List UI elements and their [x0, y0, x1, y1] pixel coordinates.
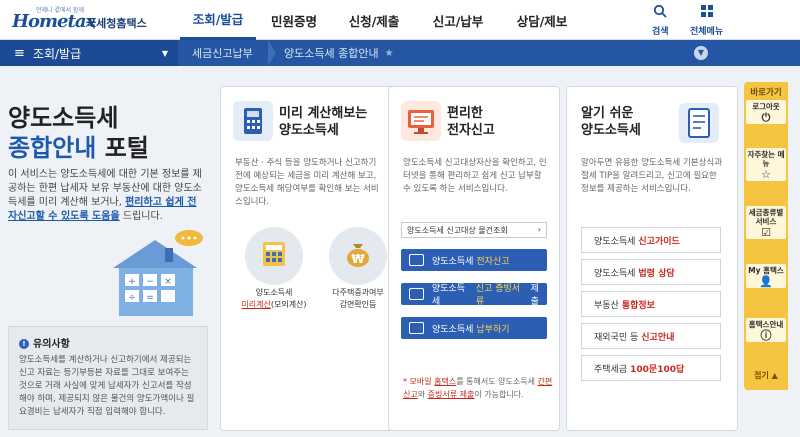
law-consult-link[interactable]: 양도소득세 법령 상담 — [581, 259, 721, 285]
svg-text:+: + — [128, 277, 136, 287]
collapse-button[interactable]: 접기 ▲ — [744, 370, 788, 381]
search-tool[interactable]: 검색 — [652, 4, 669, 37]
breadcrumb-label: 세금신고납부 — [192, 47, 253, 60]
evidence-submit-button[interactable]: 양도소득세 신고 증빙서류 제출 — [401, 283, 547, 307]
precalc-button[interactable] — [245, 227, 303, 285]
person-icon: 👤 — [759, 275, 773, 288]
won-money-bag-icon: ₩ — [342, 238, 374, 274]
logout-icon: ⏻ — [761, 111, 771, 124]
multi-house-label: 다주택중과여부 감면확인등 — [332, 288, 384, 309]
nav-apply-submit[interactable]: 신청/제출 — [332, 0, 416, 40]
check-icon: ☑ — [761, 226, 771, 239]
info-icon: ! — [19, 339, 29, 349]
card-description: 양도소득세 신고대상자산을 확인하고, 인터넷을 통해 편리하고 쉽게 신고 납… — [403, 158, 547, 194]
tax-service-button[interactable]: 세금종류별 서비스 ☑ — [746, 206, 786, 239]
nav-lookup-issue[interactable]: 조회/발급 — [180, 0, 256, 40]
notice-box: ! 유의사항 양도소득세를 계산하거나 신고하기에서 제공되는 신고 자료는 등기… — [8, 326, 208, 430]
notice-text: 양도소득세를 계산하거나 신고하기에서 제공되는 신고 자료는 등기부등본 자료… — [19, 355, 195, 417]
hometax-guide-button[interactable]: 홈택스안내 ⓘ — [746, 318, 786, 342]
top-header: 언제나 곁에서 함께 Hometax 국세청홈택스 조회/발급 민원증명 신청/… — [0, 0, 800, 40]
section-menu-toggle[interactable]: ≡ 조회/발급 ▼ — [0, 40, 178, 66]
menu-grid-icon — [690, 4, 723, 22]
real-estate-info-link[interactable]: 부동산 통합정보 — [581, 291, 721, 317]
svg-text:×: × — [164, 277, 172, 287]
card-precalculate: 미리 계산해보는 양도소득세 부동산 · 주식 등을 양도하거나 신고하기 전에 … — [220, 86, 410, 431]
svg-text:÷: ÷ — [128, 293, 136, 303]
breadcrumb-bar: ≡ 조회/발급 ▼ 세금신고납부 양도소득세 종합안내 ★ ▼ — [0, 40, 800, 66]
document-icon — [409, 288, 424, 300]
logout-button[interactable]: 로그아웃 ⏻ — [746, 100, 786, 124]
asset-lookup-select[interactable]: 양도소득세 신고대상 물건조회 › — [401, 222, 547, 238]
card-description: 알아두면 유용한 양도소득세 기본상식과 절세 TIP을 알려드리고, 신고에 … — [581, 158, 723, 194]
checklist-icon — [679, 103, 719, 143]
search-label: 검색 — [652, 27, 669, 37]
mobile-notice: * 모바일 홈택스를 통해서도 양도소득세 간편신고와 증빙서류 제출이 가능합… — [403, 377, 553, 399]
page-description: 이 서비스는 양도소득세에 대한 기본 정보를 제공하는 한편 납세자 보유 부… — [8, 169, 202, 222]
favorite-menu-button[interactable]: 자주찾는 메뉴 ☆ — [746, 148, 786, 181]
svg-text:₩: ₩ — [351, 252, 365, 266]
logo-wordmark: Hometax — [12, 11, 96, 32]
search-icon — [652, 4, 669, 22]
card-e-filing: 편리한 전자신고 양도소득세 신고대상자산을 확인하고, 인터넷을 통해 편리하고… — [388, 86, 560, 431]
card-title: 미리 계산해보는 양도소득세 — [279, 106, 368, 138]
page-title-line2: 종합안내 포털 — [8, 134, 149, 162]
card-title: 알기 쉬운 양도소득세 — [581, 106, 641, 138]
nav-civil-cert[interactable]: 민원증명 — [256, 0, 332, 40]
monitor-icon — [409, 254, 424, 266]
overseas-resident-link[interactable]: 재외국민 등 신고안내 — [581, 323, 721, 349]
caret-down-icon: ▼ — [161, 48, 168, 58]
svg-text:=: = — [146, 293, 154, 303]
card-title: 편리한 전자신고 — [447, 106, 495, 138]
logo-agency: 국세청홈택스 — [86, 17, 147, 30]
housing-tax-faq-link[interactable]: 주택세금 100문100답 — [581, 355, 721, 381]
info-icon: ⓘ — [760, 329, 772, 342]
card-easy-guide: 알기 쉬운 양도소득세 알아두면 유용한 양도소득세 기본상식과 절세 TIP을 … — [566, 86, 738, 431]
all-menu-label: 전체메뉴 — [690, 27, 724, 37]
svg-text:−: − — [146, 277, 154, 287]
all-menu-tool[interactable]: 전체메뉴 — [690, 4, 723, 37]
calculator-icon — [233, 101, 273, 141]
star-icon: ☆ — [761, 168, 771, 181]
breadcrumb-separator — [268, 40, 276, 66]
hamburger-icon: ≡ — [14, 45, 25, 61]
house-calculator-illustration: + − × ÷ = — [105, 228, 210, 318]
nav-report-pay[interactable]: 신고/납부 — [416, 0, 500, 40]
nav-consult[interactable]: 상담/제보 — [500, 0, 584, 40]
spreadsheet-calculator-icon — [258, 238, 290, 274]
card-description: 부동산 · 주식 등을 양도하거나 신고하기 전에 예상되는 세금을 미리 계산… — [235, 158, 379, 207]
notice-title: ! 유의사항 — [19, 335, 197, 350]
breadcrumb-current[interactable]: 양도소득세 종합안내 ★ — [284, 40, 394, 66]
favorite-star-icon[interactable]: ★ — [385, 48, 394, 59]
chevron-right-icon: › — [537, 225, 541, 234]
multi-house-check-button[interactable]: ₩ — [329, 227, 387, 285]
pay-tax-button[interactable]: 양도소득세 납부하기 — [401, 317, 547, 339]
breadcrumb-tax-report[interactable]: 세금신고납부 — [192, 40, 253, 66]
precalc-label: 양도소득세 미리계산(모의계산) — [241, 288, 307, 309]
main-nav: 조회/발급 민원증명 신청/제출 신고/납부 상담/제보 — [180, 0, 584, 40]
quick-links-title: 바로가기 — [750, 88, 782, 98]
card-payment-icon — [409, 322, 424, 334]
section-menu-label: 조회/발급 — [32, 46, 82, 61]
breadcrumb-label: 양도소득세 종합안내 — [284, 47, 379, 60]
quick-links-sidebar: 바로가기 로그아웃 ⏻ 자주찾는 메뉴 ☆ 세금종류별 서비스 ☑ My 홈택스… — [744, 82, 788, 390]
filing-guide-link[interactable]: 양도소득세 신고가이드 — [581, 227, 721, 253]
my-hometax-button[interactable]: My 홈택스 👤 — [746, 264, 786, 288]
monitor-tax-icon — [401, 101, 441, 141]
hometax-logo[interactable]: 언제나 곁에서 함께 Hometax 국세청홈택스 — [8, 5, 158, 35]
chevron-down-icon[interactable]: ▼ — [694, 46, 708, 60]
e-filing-button[interactable]: 양도소득세 전자신고 — [401, 249, 547, 271]
